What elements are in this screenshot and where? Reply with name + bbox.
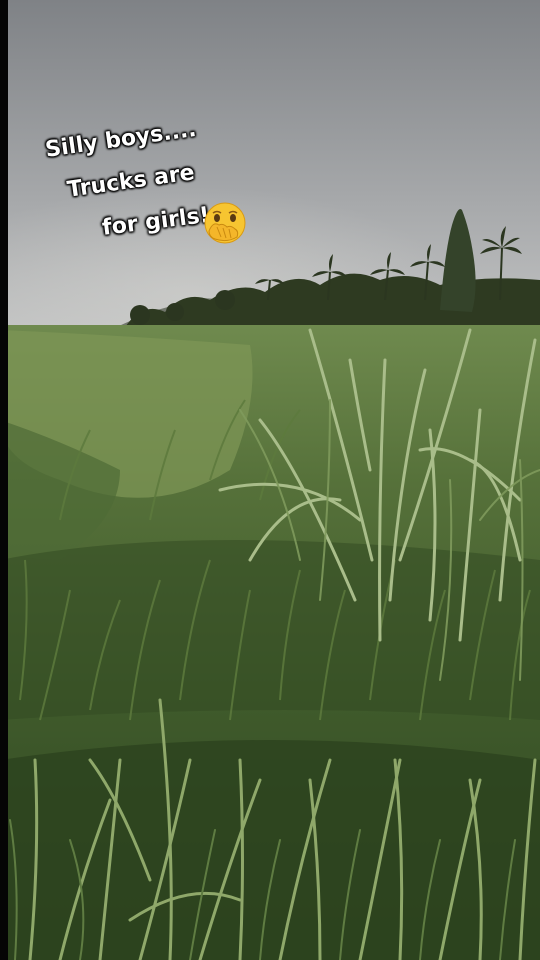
face-with-hand-over-mouth-peeking-icon <box>204 202 246 244</box>
left-letterbox-bar <box>0 0 8 960</box>
video-frame[interactable]: Silly boys.... Trucks are for girls! <box>0 0 540 960</box>
